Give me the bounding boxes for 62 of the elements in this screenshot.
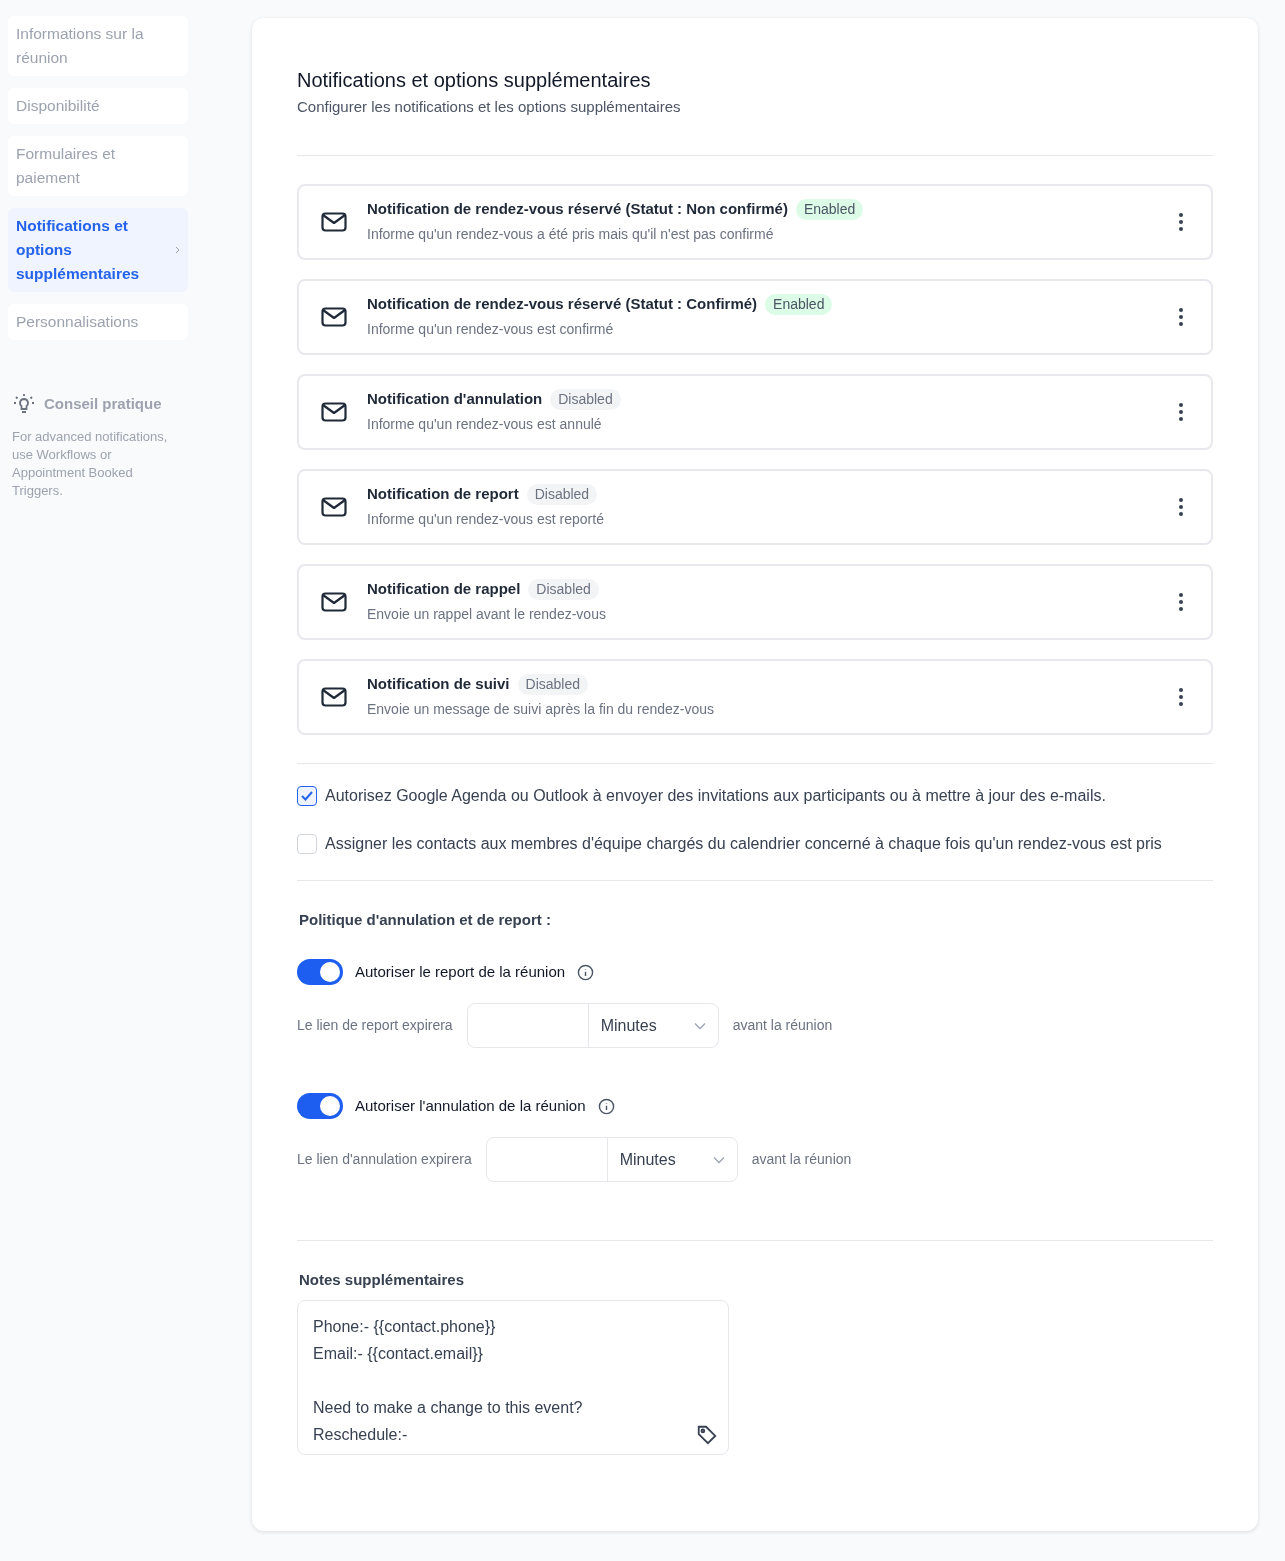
chevron-right-icon (175, 246, 180, 254)
checkbox-label: Autorisez Google Agenda ou Outlook à envoyer des invitations aux participants ou à mettre à jour des e-mails. (325, 785, 1106, 806)
more-options-icon[interactable] (1179, 687, 1183, 706)
policy-title: Politique d'annulation et de report : (298, 909, 552, 930)
status-badge: Enabled (765, 293, 833, 315)
notification-title: Notification d'annulation (367, 388, 543, 409)
more-options-icon[interactable] (1179, 592, 1183, 611)
sidebar-item[interactable]: Informations sur la réunion (8, 16, 188, 76)
notes-title: Notes supplémentaires (298, 1270, 466, 1290)
sidebar-item[interactable]: Disponibilité (8, 88, 188, 124)
status-badge: Disabled (550, 388, 621, 410)
section-title: Notifications et options supplémentaires (297, 68, 652, 92)
status-badge: Disabled (528, 578, 599, 600)
tip-title: Conseil pratique (44, 393, 162, 414)
more-options-icon[interactable] (1179, 497, 1183, 516)
notes-textarea[interactable]: Phone:- {{contact.phone}} Email:- {{contact.email}} Need to make a change to this event? Reschedule:- (297, 1299, 729, 1455)
sidebar-item[interactable]: Notifications et options supplémentaires (8, 208, 188, 292)
notification-description: Informe qu'un rendez-vous est annulé (367, 415, 603, 435)
notification-description: Informe qu'un rendez-vous est reporté (367, 510, 605, 530)
expiry-suffix: avant la réunion (732, 1016, 833, 1035)
expiry-suffix: avant la réunion (751, 1150, 852, 1169)
status-badge: Enabled (795, 198, 864, 220)
notes-line: Reschedule:- (313, 1424, 408, 1445)
envelope-icon (321, 306, 347, 327)
info-icon[interactable] (577, 963, 595, 981)
more-options-icon[interactable] (1179, 402, 1183, 421)
status-badge: Disabled (517, 673, 588, 695)
toggle-label: Autoriser le report de la réunion (355, 961, 566, 982)
envelope-icon (321, 496, 347, 517)
notification-description: Informe qu'un rendez-vous est confirmé (367, 320, 615, 340)
status-badge: Disabled (526, 483, 598, 505)
expiry-label: Le lien de report expirera (297, 1016, 453, 1035)
toggle-switch[interactable] (297, 1093, 343, 1119)
envelope-icon (321, 211, 347, 232)
notification-title: Notification de report (367, 483, 519, 504)
section-subtitle: Configurer les notifications et les options supplémentaires (297, 97, 682, 117)
notification-title: Notification de rendez-vous réservé (Statut : Non confirmé) (367, 198, 788, 219)
tag-icon[interactable] (696, 1423, 718, 1446)
notes-line: Need to make a change to this event? (313, 1397, 583, 1418)
notification-description: Informe qu'un rendez-vous a été pris mais qu'il n'est pas confirmé (367, 225, 775, 245)
envelope-icon (321, 401, 347, 422)
notification-title: Notification de rendez-vous réservé (Statut : Confirmé) (367, 293, 758, 314)
envelope-icon (321, 686, 347, 707)
info-icon[interactable] (597, 1097, 615, 1115)
envelope-icon (321, 591, 347, 612)
notes-line: Email:- {{contact.email}} (313, 1343, 483, 1364)
sidebar-item[interactable]: Personnalisations (8, 304, 188, 340)
notification-description: Envoie un message de suivi après la fin du rendez-vous (367, 700, 716, 720)
notes-line: Phone:- {{contact.phone}} (313, 1316, 496, 1337)
expiry-label: Le lien d'annulation expirera (297, 1150, 472, 1169)
notification-title: Notification de rappel (367, 578, 521, 599)
checkbox-label: Assigner les contacts aux membres d'équipe chargés du calendrier concerné à chaque fois qu'un rendez-vous est pris (325, 833, 1162, 854)
lightbulb-icon (12, 392, 36, 416)
toggle-label: Autoriser l'annulation de la réunion (355, 1095, 586, 1116)
checkbox[interactable] (297, 785, 317, 806)
more-options-icon[interactable] (1179, 307, 1183, 326)
more-options-icon[interactable] (1179, 212, 1183, 231)
notification-description: Envoie un rappel avant le rendez-vous (367, 605, 607, 625)
toggle-switch[interactable] (297, 959, 343, 985)
sidebar-item[interactable]: Formulaires et paiement (8, 136, 188, 196)
notification-title: Notification de suivi (367, 673, 510, 694)
tip-text: For advanced notifications, use Workflows or Appointment Booked Triggers. (11, 428, 169, 500)
